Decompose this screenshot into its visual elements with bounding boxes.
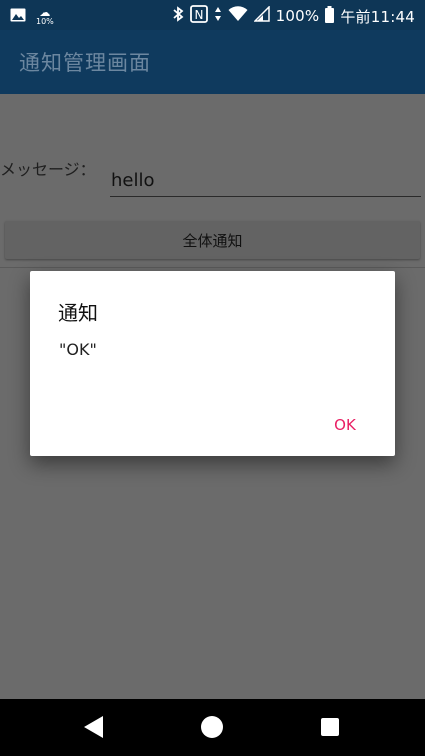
divider [0, 267, 425, 268]
weather-percent: 10% [36, 16, 54, 26]
svg-text:N: N [194, 8, 203, 22]
clock: 午前11:44 [340, 7, 415, 26]
recents-icon[interactable] [321, 718, 339, 736]
nfc-icon: N [189, 5, 208, 27]
dialog-title: 通知 [58, 301, 98, 325]
weather-icon: ☁ 10% [36, 5, 54, 26]
battery-icon [325, 5, 335, 27]
image-icon [10, 7, 26, 26]
status-bar: ☁ 10% N 100% 午前11:44 [0, 0, 425, 30]
app-title: 通知管理画面 [19, 51, 151, 75]
battery-percent: 100% [275, 7, 320, 25]
notification-dialog: 通知 "OK" OK [30, 271, 395, 456]
bluetooth-icon [172, 5, 184, 27]
home-icon[interactable] [201, 716, 223, 738]
wifi-icon [228, 6, 248, 26]
message-label: メッセージ： [0, 160, 96, 179]
status-bar-right: N 100% 午前11:44 [172, 4, 415, 28]
navigation-bar [0, 699, 425, 756]
broadcast-button[interactable]: 全体通知 [5, 221, 420, 259]
dialog-ok-button[interactable]: OK [313, 407, 377, 443]
data-arrows-icon [214, 5, 222, 27]
status-bar-left: ☁ 10% [10, 4, 54, 28]
signal-icon [252, 5, 270, 26]
back-icon[interactable] [84, 716, 103, 738]
message-input[interactable] [110, 164, 421, 197]
dialog-message: "OK" [59, 340, 97, 359]
app-bar: 通知管理画面 [0, 30, 425, 94]
